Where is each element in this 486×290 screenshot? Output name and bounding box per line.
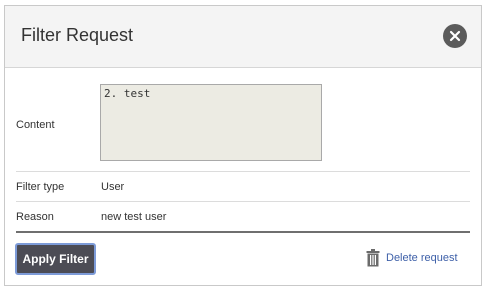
filter-type-value: User: [101, 181, 125, 193]
trash-icon: [366, 249, 380, 267]
delete-request-link[interactable]: Delete request: [366, 248, 458, 268]
filter-type-label: Filter type: [16, 181, 65, 193]
filter-request-dialog: Filter Request Content 2. test Filter ty…: [4, 5, 482, 286]
close-icon[interactable]: [443, 24, 467, 48]
content-textarea[interactable]: 2. test: [100, 84, 322, 161]
reason-label: Reason: [16, 211, 54, 223]
dialog-header: Filter Request: [5, 6, 481, 68]
apply-filter-button[interactable]: Apply Filter: [15, 243, 96, 275]
row-divider: [16, 201, 470, 202]
footer-divider: [16, 231, 470, 233]
content-label: Content: [16, 119, 55, 131]
close-x-glyph: [449, 30, 461, 42]
row-divider: [16, 171, 470, 172]
reason-value: new test user: [101, 211, 167, 223]
delete-request-label[interactable]: Delete request: [386, 252, 458, 264]
dialog-title: Filter Request: [21, 25, 134, 45]
